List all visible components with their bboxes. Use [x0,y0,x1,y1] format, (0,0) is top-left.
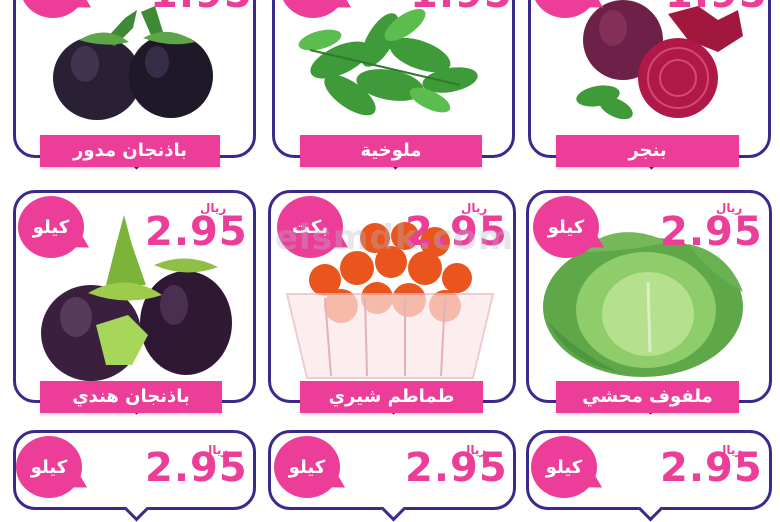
unit-badge: كيلو [531,436,597,498]
unit-badge: كيلو [16,436,82,498]
round-eggplant-image [53,6,213,120]
watermark: elsmdk.com [275,218,515,258]
product-name-label: باذنجان هندي [40,381,222,413]
product-name-label: طماطم شيري [300,381,483,413]
unit-badge: كيلو [274,436,340,498]
price-text: 1.95 [665,0,768,14]
beetroot-image [576,0,743,120]
product-name-label: باذنجان مدور [40,135,220,167]
price-text: 1.95 [150,0,253,14]
molokhia-leaves-image [298,8,478,116]
product-name-label: ملوخية [300,135,482,167]
price-text: 1.95 [410,0,513,14]
product-name-label: ملفوف محشي [556,381,739,413]
price-text: 2.95 [145,445,248,491]
unit-badge: كيلو [18,196,84,258]
price-text: 2.95 [145,209,248,255]
price-text: 2.95 [405,445,508,491]
price-text: 2.95 [660,445,763,491]
price-text: 2.95 [660,209,763,255]
unit-badge: كيلو [533,196,599,258]
product-name-label: بنجر [556,135,739,167]
